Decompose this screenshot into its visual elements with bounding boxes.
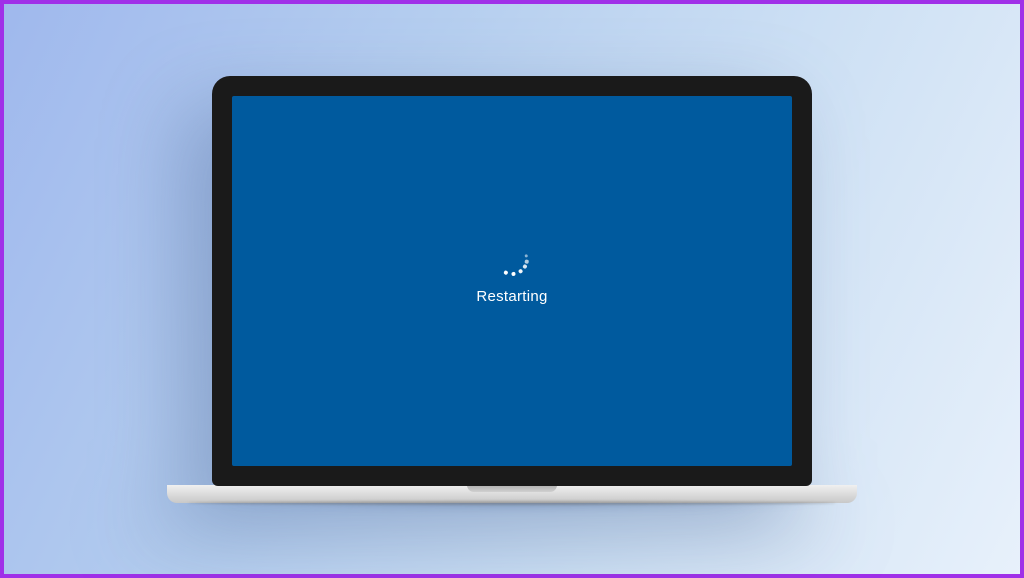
laptop-base	[167, 485, 857, 503]
loading-spinner-icon	[495, 242, 529, 276]
os-restart-screen: Restarting	[232, 96, 792, 466]
laptop-lid: Restarting	[212, 76, 812, 486]
laptop-mockup: Restarting	[167, 76, 857, 503]
restart-status-text: Restarting	[476, 288, 547, 305]
